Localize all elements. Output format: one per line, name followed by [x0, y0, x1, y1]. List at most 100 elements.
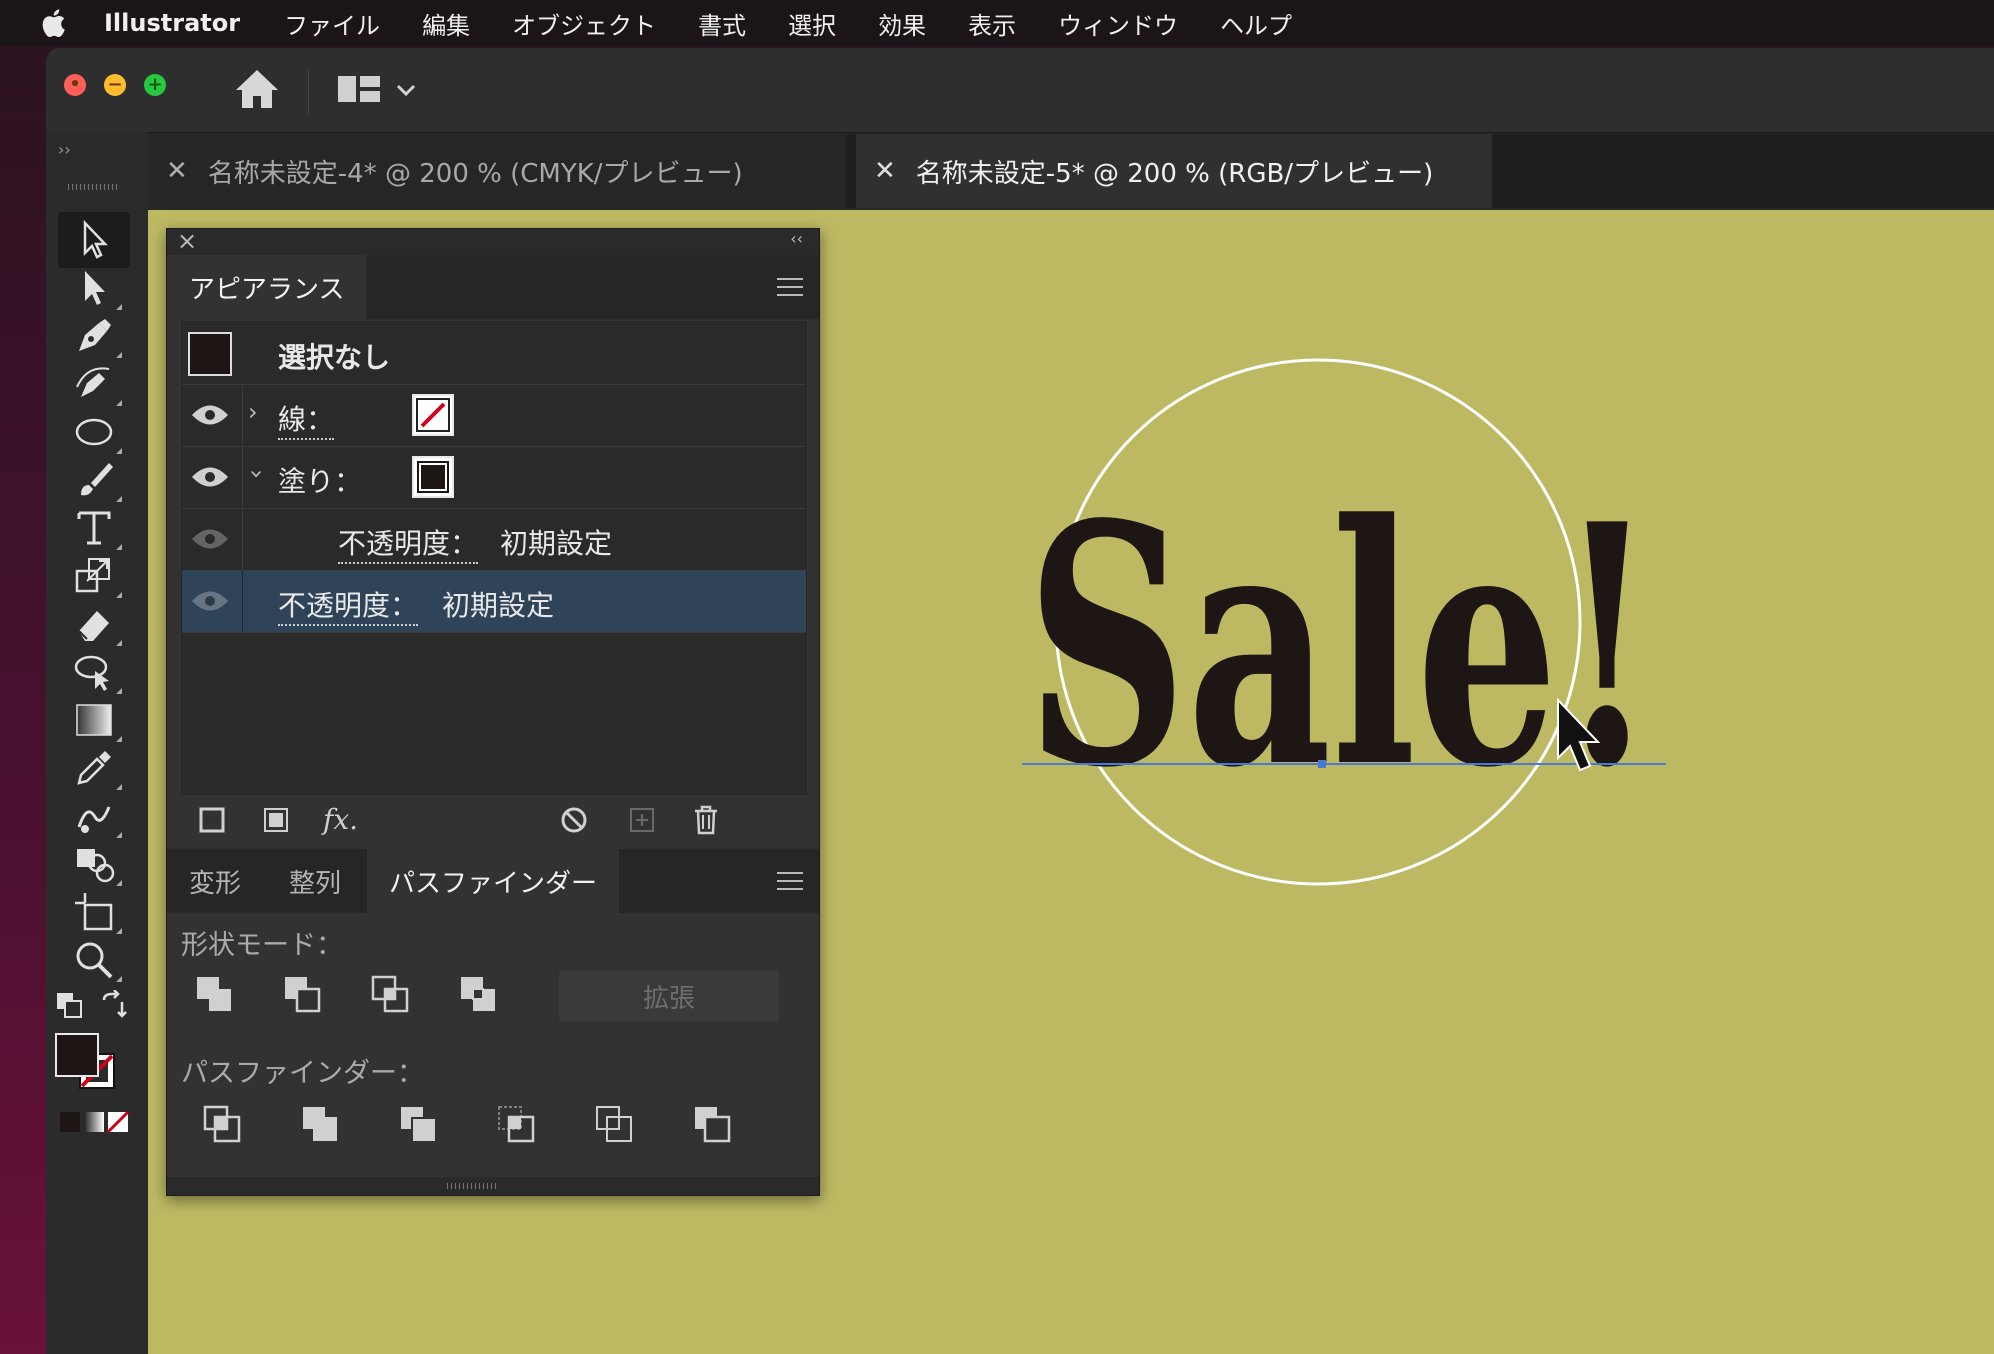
- clear-appearance-icon[interactable]: [557, 803, 591, 837]
- expand-chevron-down-icon[interactable]: ›: [243, 469, 271, 479]
- tab-appearance[interactable]: アピアランス: [167, 255, 367, 319]
- curvature-pen-icon: [76, 367, 110, 397]
- stroke-label[interactable]: 線：: [278, 398, 335, 440]
- appearance-list: 選択なし › 線： › 塗り： 不透明度： 初期設定 不透明度： 初期設定: [181, 321, 807, 795]
- fill-opacity-value: 初期設定: [500, 527, 613, 560]
- add-new-fill-icon[interactable]: [259, 803, 293, 837]
- minus-back-icon[interactable]: [691, 1103, 735, 1147]
- toolbar-grip[interactable]: [68, 184, 118, 190]
- fill-color-swatch[interactable]: [412, 456, 454, 498]
- tab-pathfinder[interactable]: パスファインダー: [367, 849, 620, 913]
- window-maximize-button[interactable]: +: [144, 74, 166, 96]
- document-tab-label[interactable]: 名称未設定-5* @ 200 % (RGB/プレビュー): [916, 153, 1433, 190]
- menu-file[interactable]: ファイル: [284, 6, 380, 41]
- trash-icon[interactable]: [689, 803, 723, 837]
- menu-help[interactable]: ヘルプ: [1220, 6, 1292, 41]
- tab-align[interactable]: 整列: [267, 849, 363, 913]
- menu-view[interactable]: 表示: [968, 6, 1016, 41]
- menu-edit[interactable]: 編集: [422, 6, 470, 41]
- menu-object[interactable]: オブジェクト: [512, 6, 656, 41]
- unite-icon[interactable]: [193, 973, 237, 1017]
- gradient-icon: [76, 704, 112, 736]
- document-tab-1[interactable]: ✕ 名称未設定-4* @ 200 % (CMYK/プレビュー): [148, 134, 846, 208]
- appearance-tab-strip: アピアランス: [167, 255, 819, 319]
- opacity-value: 初期設定: [442, 589, 555, 622]
- exclude-icon[interactable]: [457, 973, 501, 1017]
- minus-front-icon[interactable]: [281, 973, 325, 1017]
- duplicate-item-icon[interactable]: [625, 803, 659, 837]
- fill-stroke-swatches[interactable]: [54, 1032, 118, 1096]
- blend-icon: [77, 806, 111, 833]
- sale-text-object[interactable]: Sale!: [1026, 452, 1656, 840]
- panel-resize-grip[interactable]: [167, 1177, 819, 1195]
- zoom-tool[interactable]: [58, 932, 130, 988]
- document-tab-bar: ✕ 名称未設定-4* @ 200 % (CMYK/プレビュー) ✕ 名称未設定-…: [148, 134, 1994, 208]
- eyedropper-icon: [77, 751, 111, 785]
- default-fill-stroke-icon[interactable]: [54, 990, 84, 1020]
- tab-transform[interactable]: 変形: [167, 849, 263, 913]
- workspace-switcher-icon[interactable]: [336, 70, 426, 110]
- row-divider: [242, 570, 243, 632]
- visibility-eye-icon[interactable]: [190, 588, 230, 614]
- appearance-row-opacity[interactable]: 不透明度： 初期設定: [182, 570, 806, 633]
- appearance-row-stroke[interactable]: › 線：: [182, 384, 806, 447]
- window-minimize-button[interactable]: −: [104, 74, 126, 96]
- type-t-icon: [77, 511, 111, 545]
- collapse-panel-icon[interactable]: ‹‹: [790, 229, 803, 248]
- document-tab-label[interactable]: 名称未設定-4* @ 200 % (CMYK/プレビュー): [208, 153, 743, 190]
- title-bar: • − +: [46, 48, 1994, 133]
- fill-opacity-label[interactable]: 不透明度：: [338, 522, 479, 564]
- menu-effect[interactable]: 効果: [878, 6, 926, 41]
- opacity-label[interactable]: 不透明度：: [278, 584, 419, 626]
- menu-select[interactable]: 選択: [788, 6, 836, 41]
- shape-builder-icon: [77, 849, 115, 883]
- window-close-button[interactable]: •: [64, 74, 86, 96]
- appearance-header-row[interactable]: 選択なし: [182, 322, 806, 385]
- swap-fill-stroke-icon[interactable]: [98, 990, 128, 1020]
- close-panel-icon[interactable]: ×: [177, 227, 197, 255]
- visibility-eye-icon[interactable]: [190, 526, 230, 552]
- color-mode-buttons[interactable]: [60, 1110, 132, 1134]
- none-slash-icon: [416, 398, 450, 432]
- trim-icon[interactable]: [299, 1103, 343, 1147]
- close-tab-icon[interactable]: ✕: [874, 156, 896, 186]
- pathfinder-tab-strip: 変形 整列 パスファインダー: [167, 849, 819, 913]
- toolbar-separator: [308, 70, 309, 114]
- app-menu-illustrator[interactable]: Illustrator: [104, 9, 240, 37]
- crop-icon[interactable]: [495, 1103, 539, 1147]
- artboard-icon: [75, 893, 113, 931]
- pathfinder-body: 形状モード： 拡張 パスファインダー：: [167, 913, 819, 1173]
- pen-nib-icon: [79, 319, 111, 351]
- divide-icon[interactable]: [201, 1103, 245, 1147]
- eraser-icon: [78, 611, 109, 641]
- apple-logo-icon[interactable]: [38, 6, 72, 40]
- intersect-icon[interactable]: [369, 973, 413, 1017]
- merge-icon[interactable]: [397, 1103, 441, 1147]
- visibility-eye-icon[interactable]: [190, 402, 230, 428]
- row-divider: [242, 384, 243, 446]
- appearance-row-fill-opacity[interactable]: 不透明度： 初期設定: [182, 508, 806, 571]
- expand-button[interactable]: 拡張: [559, 971, 779, 1021]
- collapse-toolbar-icon[interactable]: ››: [58, 140, 71, 159]
- appearance-row-fill[interactable]: › 塗り：: [182, 446, 806, 509]
- lasso-icon: [74, 655, 109, 691]
- close-tab-icon[interactable]: ✕: [166, 156, 188, 186]
- menu-bar: Illustrator ファイル 編集 オブジェクト 書式 選択 効果 表示 ウ…: [0, 0, 1994, 46]
- ellipse-icon: [75, 418, 113, 446]
- outline-icon[interactable]: [593, 1103, 637, 1147]
- baseline-anchor-point[interactable]: [1318, 760, 1326, 768]
- add-effect-fx-icon[interactable]: fx.: [323, 803, 373, 837]
- document-tab-2[interactable]: ✕ 名称未設定-5* @ 200 % (RGB/プレビュー): [856, 134, 1492, 208]
- add-new-stroke-icon[interactable]: [195, 803, 229, 837]
- menu-window[interactable]: ウィンドウ: [1058, 6, 1178, 41]
- stroke-none-swatch[interactable]: [412, 394, 454, 436]
- home-icon[interactable]: [232, 66, 282, 112]
- direct-selection-arrow-icon: [85, 271, 105, 305]
- expand-chevron-right-icon[interactable]: ›: [248, 398, 258, 426]
- panel-header[interactable]: × ‹‹: [167, 227, 819, 255]
- fill-label[interactable]: 塗り：: [278, 460, 362, 500]
- menu-type[interactable]: 書式: [698, 6, 746, 41]
- panel-menu-icon[interactable]: [777, 277, 803, 297]
- visibility-eye-icon[interactable]: [190, 464, 230, 490]
- panel-menu-icon[interactable]: [777, 871, 803, 891]
